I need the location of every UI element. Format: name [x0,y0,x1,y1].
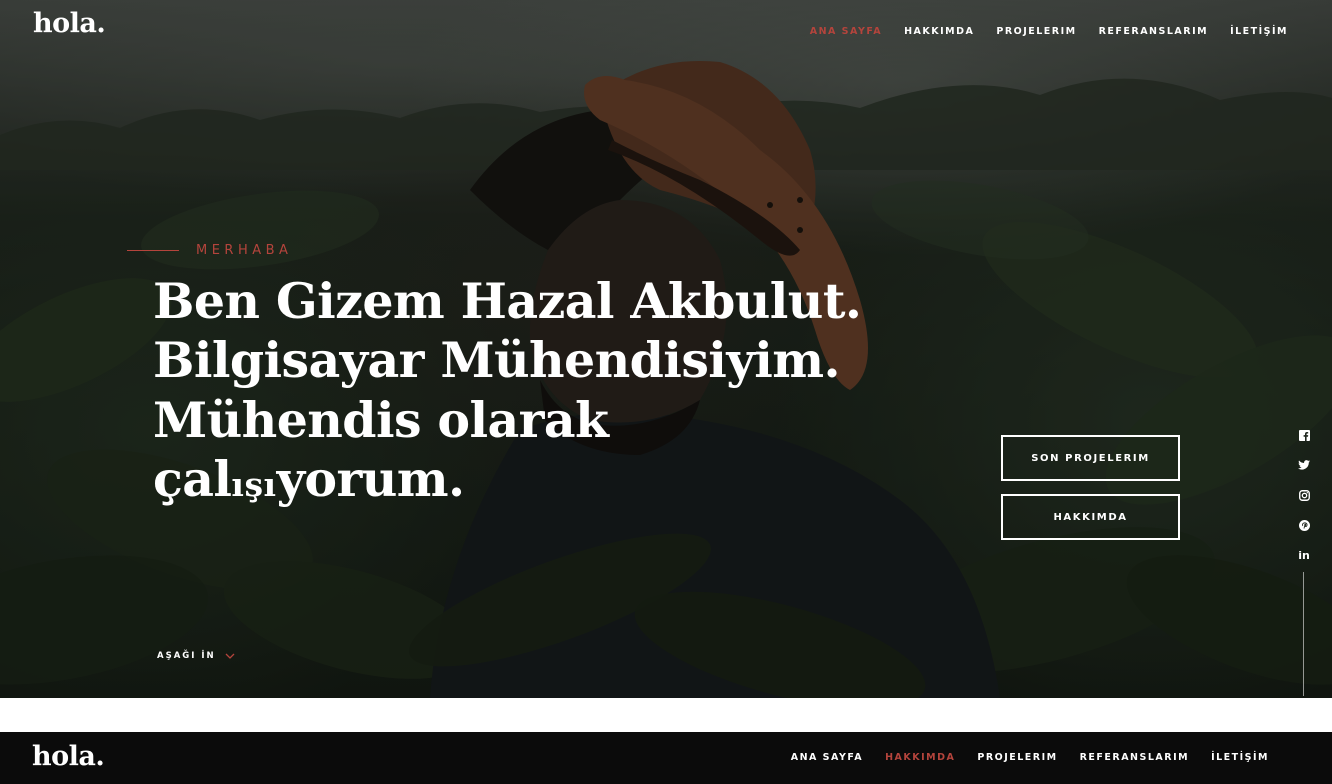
sticky-logo[interactable]: hola. [32,741,105,772]
sticky-nav-item-referanslarim[interactable]: REFERANSLARIM [1080,752,1189,763]
chevron-down-icon [225,653,235,659]
headline-line-4: çalışıyorum. [153,450,913,509]
intro-label: MERHABA [196,243,293,258]
sticky-nav-item-projelerim[interactable]: PROJELERIM [977,752,1057,763]
nav-item-hakkimda[interactable]: HAKKIMDA [904,26,974,37]
intro: MERHABA [127,243,292,258]
headline-line-4-part-3: yorum. [276,449,466,508]
hero-headline: Ben Gizem Hazal Akbulut. Bilgisayar Mühe… [153,272,913,509]
headline-line-2: Bilgisayar Mühendisiyim. [153,331,841,390]
instagram-icon[interactable] [1292,480,1316,510]
linkedin-icon[interactable]: in [1292,540,1316,570]
social-divider [1303,572,1304,696]
headline-line-3: Mühendis olarak [153,390,609,449]
sticky-nav-item-iletisim[interactable]: İLETİŞİM [1211,752,1269,763]
sticky-header: hola. ANA SAYFA HAKKIMDA PROJELERIM REFE… [0,732,1332,784]
pinterest-icon[interactable] [1292,510,1316,540]
nav-item-referanslarim[interactable]: REFERANSLARIM [1099,26,1208,37]
sticky-nav: ANA SAYFA HAKKIMDA PROJELERIM REFERANSLA… [791,752,1269,763]
twitter-icon[interactable] [1292,450,1316,480]
social-links: in [1292,420,1316,570]
sticky-nav-item-ana-sayfa[interactable]: ANA SAYFA [791,752,863,763]
headline-line-1: Ben Gizem Hazal Akbulut. [153,272,862,330]
nav-item-projelerim[interactable]: PROJELERIM [996,26,1076,37]
sticky-nav-item-hakkimda[interactable]: HAKKIMDA [885,752,955,763]
headline-line-4-part-2: ışı [231,464,277,504]
latest-projects-button[interactable]: SON PROJELERIM [1001,435,1180,481]
headline-line-4-part-1: çal [153,449,232,508]
about-button[interactable]: HAKKIMDA [1001,494,1180,540]
nav-item-iletisim[interactable]: İLETİŞİM [1230,26,1288,37]
scroll-down[interactable]: AŞAĞI İN [157,651,235,661]
logo[interactable]: hola. [33,8,106,39]
scroll-down-label: AŞAĞI İN [157,651,216,661]
nav-item-ana-sayfa[interactable]: ANA SAYFA [810,26,882,37]
main-nav: ANA SAYFA HAKKIMDA PROJELERIM REFERANSLA… [810,26,1288,37]
facebook-icon[interactable] [1292,420,1316,450]
intro-divider [127,250,179,251]
hero-section: hola. ANA SAYFA HAKKIMDA PROJELERIM REFE… [0,0,1332,698]
